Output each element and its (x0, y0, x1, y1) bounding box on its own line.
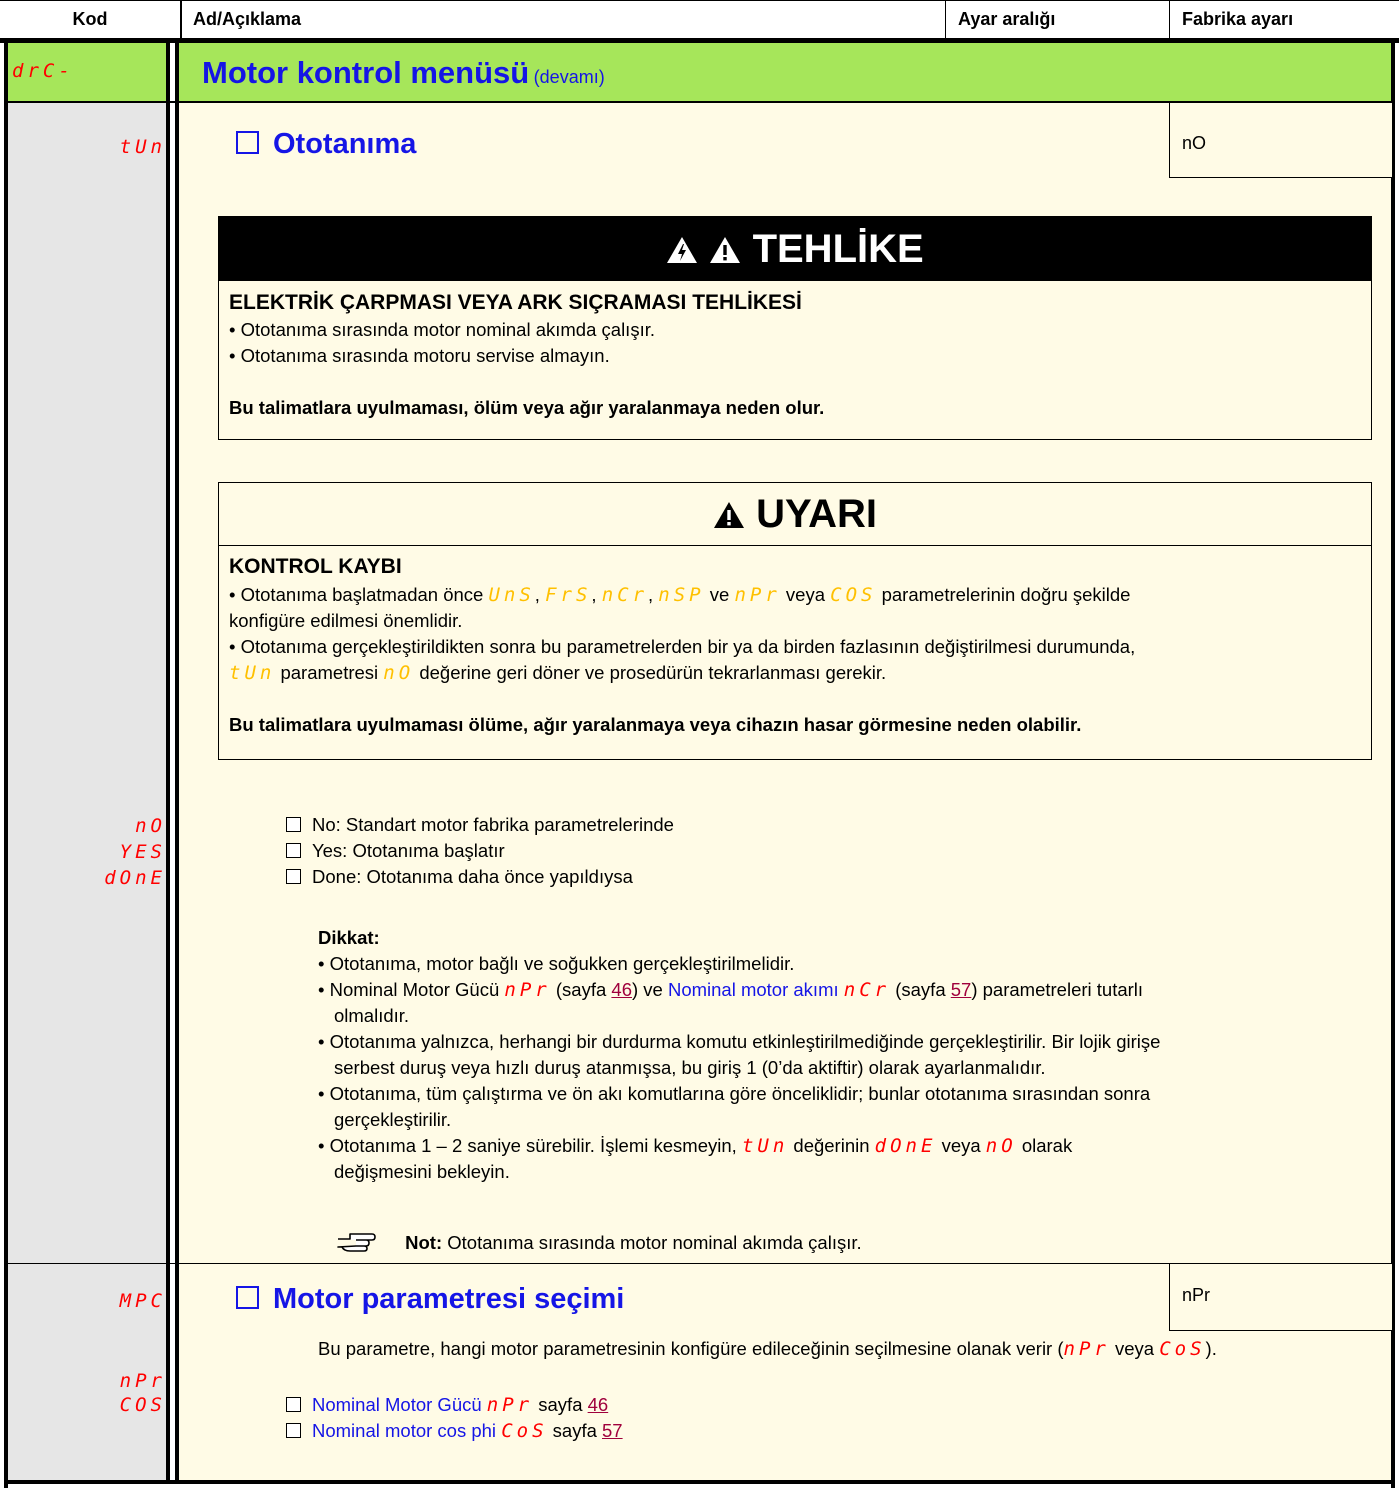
danger-title: TEHLİKE (752, 227, 924, 271)
mpc-checkbox-icon (236, 1286, 259, 1309)
mpc-code: MPC (119, 1290, 166, 1312)
warning-footer: Bu talimatlara uyulmaması ölüme, ağır ya… (229, 714, 1082, 735)
pointing-hand-icon (337, 1233, 376, 1252)
checkbox-icon (286, 869, 301, 884)
warning-heading: KONTROL KAYBI (229, 555, 402, 578)
mpc-description: Bu parametre, hangi motor parametresinin… (318, 1338, 1217, 1360)
note-item: • Nominal Motor Gücü nPr (sayfa 46) ve N… (318, 979, 1144, 1001)
code-frs: FrS (545, 584, 592, 606)
danger-box: TEHLİKE ELEKTRİK ÇARPMASI VEYA ARK SIÇRA… (218, 216, 1372, 440)
warning-banner: UYARI (219, 483, 1371, 546)
page-link[interactable]: 46 (588, 1394, 609, 1415)
menu-code: drC- (12, 60, 74, 82)
mpc-title: Motor parametresi seçimi (273, 1283, 625, 1315)
tip-note: Not: Ototanıma sırasında motor nominal a… (336, 1230, 862, 1256)
page-link[interactable]: 57 (602, 1420, 623, 1441)
menu-title: Motor kontrol menüsü (202, 55, 530, 90)
checkbox-icon (286, 1423, 301, 1438)
mpc-title-row: Motor parametresi seçimi (236, 1283, 624, 1316)
option-item[interactable]: No: Standart motor fabrika parametreleri… (286, 812, 674, 838)
mpc-factory-cell: nPr (1169, 1264, 1392, 1331)
electric-hazard-icon (667, 237, 698, 263)
code-npr: nPr (734, 584, 781, 606)
option-item[interactable]: Nominal motor cos phi CoS sayfa 57 (286, 1418, 623, 1444)
tun-checkbox-icon (236, 131, 259, 154)
code-done: dOnE (874, 1135, 937, 1157)
mpc-options: Nominal Motor Gücü nPr sayfa 46 Nominal … (286, 1392, 623, 1444)
code-ncr: nCr (843, 979, 891, 1001)
page-link[interactable]: 46 (611, 979, 632, 1000)
warning-triangle-icon (714, 502, 745, 528)
menu-title-row: Motor kontrol menüsü (devamı) (202, 55, 605, 91)
option-link[interactable]: Nominal Motor Gücü (312, 1394, 482, 1415)
option-code: nPr (119, 1370, 166, 1392)
danger-heading: ELEKTRİK ÇARPMASI VEYA ARK SIÇRAMASI TEH… (229, 291, 802, 314)
note-item: • Ototanıma, tüm çalıştırma ve ön akı ko… (318, 1083, 1151, 1104)
tun-title-row: Ototanıma (236, 128, 416, 161)
tun-title: Ototanıma (273, 128, 417, 160)
danger-item: • Ototanıma sırasında motor nominal akım… (229, 319, 655, 340)
note-continuation: serbest duruş veya hızlı duruş atanmışsa… (334, 1057, 1046, 1078)
warning-box: UYARI KONTROL KAYBI • Ototanıma başlatma… (218, 482, 1372, 760)
code-no: nO (985, 1135, 1017, 1157)
header-code: Kod (72, 9, 108, 29)
code-npr: nPr (504, 979, 551, 1001)
code-cos: COS (830, 584, 877, 606)
warning-triangle-icon (710, 237, 741, 263)
header-factory: Fabrika ayarı (1182, 9, 1294, 29)
code-uns: UnS (488, 584, 535, 606)
warning-title: UYARI (756, 492, 877, 536)
note-item: • Ototanıma, motor bağlı ve soğukken ger… (318, 953, 795, 974)
note-item: • Ototanıma 1 – 2 saniye sürebilir. İşle… (318, 1135, 1073, 1157)
notes-heading: Dikkat: (318, 927, 380, 948)
option-item[interactable]: Done: Ototanıma daha önce yapıldıysa (286, 864, 674, 890)
option-item[interactable]: Yes: Ototanıma başlatır (286, 838, 674, 864)
nominal-current-link[interactable]: Nominal motor akımı (668, 979, 839, 1000)
tun-factory-cell: nO (1169, 103, 1392, 178)
note-item: • Ototanıma yalnızca, herhangi bir durdu… (318, 1031, 1161, 1052)
tun-options: No: Standart motor fabrika parametreleri… (286, 812, 674, 890)
tun-code: tUn (119, 136, 166, 158)
code-npr: nPr (1063, 1338, 1110, 1360)
code-cos: CoS (501, 1420, 548, 1442)
code-tun: tUn (741, 1135, 789, 1157)
option-item[interactable]: Nominal Motor Gücü nPr sayfa 46 (286, 1392, 623, 1418)
menu-subtitle: (devamı) (533, 67, 605, 87)
warning-paragraph: • Ototanıma başlatmadan önce UnS, FrS, n… (229, 584, 1131, 606)
option-code: dOnE (104, 867, 166, 889)
checkbox-icon (286, 843, 301, 858)
code-npr: nPr (486, 1394, 534, 1416)
code-tun: tUn (229, 662, 276, 684)
warning-paragraph: tUn parametresi nO değerine geri döner v… (229, 662, 887, 684)
page-link[interactable]: 57 (951, 979, 972, 1000)
checkbox-icon (286, 1397, 301, 1412)
danger-item: • Ototanıma sırasında motoru servise alm… (229, 345, 610, 366)
warning-paragraph: konfigüre edilmesi önemlidir. (229, 610, 463, 631)
option-code: YES (119, 841, 166, 863)
note-continuation: değişmesini bekleyin. (334, 1161, 510, 1182)
danger-banner: TEHLİKE (219, 217, 1371, 281)
code-no: nO (383, 662, 415, 684)
mpc-factory-value: nPr (1182, 1285, 1211, 1305)
warning-paragraph: • Ototanıma gerçekleştirildikten sonra b… (229, 636, 1136, 657)
header-range: Ayar aralığı (958, 9, 1056, 29)
option-code: COS (119, 1394, 166, 1416)
tun-factory-value: nO (1182, 133, 1207, 153)
note-continuation: gerçekleştirilir. (334, 1109, 452, 1130)
code-ncr: nCr (601, 584, 649, 606)
tip-label: Not: (405, 1232, 443, 1253)
option-link[interactable]: Nominal motor cos phi (312, 1420, 496, 1441)
notes-block: Dikkat: • Ototanıma, motor bağlı ve soğu… (318, 925, 1368, 1185)
tip-text: Ototanıma sırasında motor nominal akımda… (447, 1232, 862, 1253)
option-code: nO (135, 815, 166, 837)
code-nsp: nSP (658, 584, 705, 606)
code-cos: CoS (1159, 1338, 1206, 1360)
note-continuation: olmalıdır. (334, 1005, 410, 1026)
danger-footer: Bu talimatlara uyulmaması, ölüm veya ağı… (229, 397, 825, 418)
checkbox-icon (286, 817, 301, 832)
header-description: Ad/Açıklama (193, 9, 302, 29)
